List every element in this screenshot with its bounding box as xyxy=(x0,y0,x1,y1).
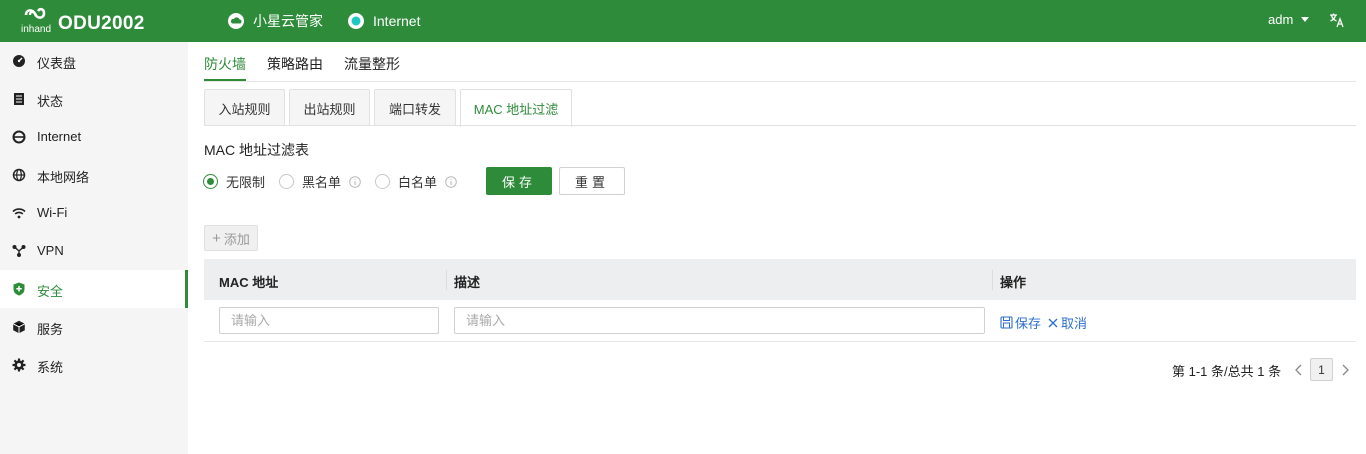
pagination-total: 第 1-1 条/总共 1 条 xyxy=(1172,363,1282,379)
vpn-icon xyxy=(12,245,26,257)
user-menu[interactable]: adm xyxy=(1268,12,1310,27)
sidebar-item-vpn[interactable]: VPN xyxy=(0,232,188,270)
internet-icon xyxy=(12,130,26,144)
cloud-manager-label: 小星云管家 xyxy=(253,13,323,29)
cloud-manager-link[interactable]: 小星云管家 xyxy=(228,12,323,30)
sidebar-item-lan[interactable]: 本地网络 xyxy=(0,156,188,194)
sidebar-item-label: 安全 xyxy=(37,284,64,299)
radio-whitelist[interactable]: 白名单 xyxy=(375,172,457,191)
chevron-right-icon[interactable] xyxy=(1340,363,1350,377)
column-header-actions: 操作 xyxy=(1000,275,1027,290)
tab-inbound-rules[interactable]: 入站规则 xyxy=(204,89,285,126)
divider xyxy=(204,125,1356,126)
section-title: MAC 地址过滤表 xyxy=(204,142,309,158)
tab-firewall[interactable]: 防火墙 xyxy=(204,54,246,81)
plus-icon: + xyxy=(212,229,221,247)
logo: inhand ODU2002 xyxy=(20,6,145,36)
internet-status-icon xyxy=(348,13,364,29)
sidebar-item-label: Wi-Fi xyxy=(37,205,68,220)
sidebar-item-internet[interactable]: Internet xyxy=(0,118,188,156)
sidebar-item-label: 仪表盘 xyxy=(37,56,77,71)
internet-status: Internet xyxy=(348,12,420,30)
sidebar-item-label: 状态 xyxy=(37,94,64,109)
divider xyxy=(204,81,1356,82)
save-button[interactable]: 保存 xyxy=(486,167,552,195)
top-header: inhand ODU2002 小星云管家 Internet adm xyxy=(0,0,1366,42)
row-cancel-action[interactable]: 取消 xyxy=(1047,313,1087,332)
chevron-left-icon[interactable] xyxy=(1294,363,1304,377)
tab-mac-filter[interactable]: MAC 地址过滤 xyxy=(460,89,572,127)
radio-blacklist[interactable]: 黑名单 xyxy=(279,172,361,191)
sidebar-item-label: 本地网络 xyxy=(37,170,90,185)
sidebar-item-security[interactable]: 安全 xyxy=(0,270,188,308)
sidebar-item-label: 系统 xyxy=(37,360,64,375)
tab-traffic-shaping[interactable]: 流量整形 xyxy=(344,54,400,74)
row-save-label: 保存 xyxy=(1015,316,1042,331)
globe-icon xyxy=(12,168,26,182)
internet-status-label: Internet xyxy=(373,13,421,29)
add-button[interactable]: + 添加 xyxy=(204,225,258,251)
column-separator xyxy=(992,270,993,290)
gear-icon xyxy=(12,358,26,372)
radio-circle xyxy=(375,174,390,189)
reset-button[interactable]: 重置 xyxy=(559,167,625,195)
sidebar: 仪表盘 状态 Internet 本地网络 Wi-Fi VPN 安全 服务 系统 xyxy=(0,42,188,454)
username: adm xyxy=(1268,12,1294,27)
product-name: ODU2002 xyxy=(58,13,145,34)
tab-outbound-rules[interactable]: 出站规则 xyxy=(289,89,370,126)
description-input[interactable] xyxy=(454,307,985,334)
tab-policy-routing[interactable]: 策略路由 xyxy=(267,54,323,74)
row-cancel-label: 取消 xyxy=(1061,316,1088,331)
shield-icon xyxy=(13,282,25,296)
radio-label: 黑名单 xyxy=(302,175,342,190)
pagination-summary: 第 1-1 条/总共 1 条 xyxy=(1172,359,1281,381)
sidebar-item-dashboard[interactable]: 仪表盘 xyxy=(0,42,188,80)
save-icon xyxy=(1000,316,1013,329)
sidebar-item-label: VPN xyxy=(37,243,64,258)
status-icon xyxy=(14,93,24,105)
language-icon[interactable] xyxy=(1329,12,1345,28)
info-icon[interactable] xyxy=(445,175,457,188)
add-button-label: 添加 xyxy=(223,231,250,247)
sidebar-item-status[interactable]: 状态 xyxy=(0,80,188,118)
table-row: 保存 取消 xyxy=(204,300,1356,342)
radio-unrestricted[interactable]: 无限制 xyxy=(203,172,265,191)
inhand-logo-icon: inhand xyxy=(21,7,51,35)
cloud-icon xyxy=(228,13,244,29)
radio-label: 白名单 xyxy=(398,175,438,190)
radio-circle xyxy=(203,174,218,189)
sidebar-item-wifi[interactable]: Wi-Fi xyxy=(0,194,188,232)
radio-label: 无限制 xyxy=(226,175,266,190)
svg-text:inhand: inhand xyxy=(21,24,51,35)
radio-circle xyxy=(279,174,294,189)
column-header-description: 描述 xyxy=(454,275,481,290)
row-save-action[interactable]: 保存 xyxy=(1000,313,1041,332)
sidebar-item-services[interactable]: 服务 xyxy=(0,308,188,346)
close-icon xyxy=(1048,318,1058,327)
tab-port-forwarding[interactable]: 端口转发 xyxy=(374,89,456,126)
wifi-icon xyxy=(12,208,26,219)
sidebar-item-label: Internet xyxy=(37,129,82,144)
cube-icon xyxy=(12,320,26,334)
column-separator xyxy=(446,270,447,290)
page-number-button[interactable]: 1 xyxy=(1310,358,1333,381)
sidebar-item-label: 服务 xyxy=(37,322,64,337)
column-header-mac: MAC 地址 xyxy=(219,275,279,290)
chevron-down-icon xyxy=(1301,17,1310,22)
table-header: MAC 地址 描述 操作 xyxy=(204,259,1356,300)
sidebar-item-system[interactable]: 系统 xyxy=(0,346,188,384)
mac-address-input[interactable] xyxy=(219,307,439,334)
dashboard-icon xyxy=(13,55,25,67)
info-icon[interactable] xyxy=(349,175,361,188)
